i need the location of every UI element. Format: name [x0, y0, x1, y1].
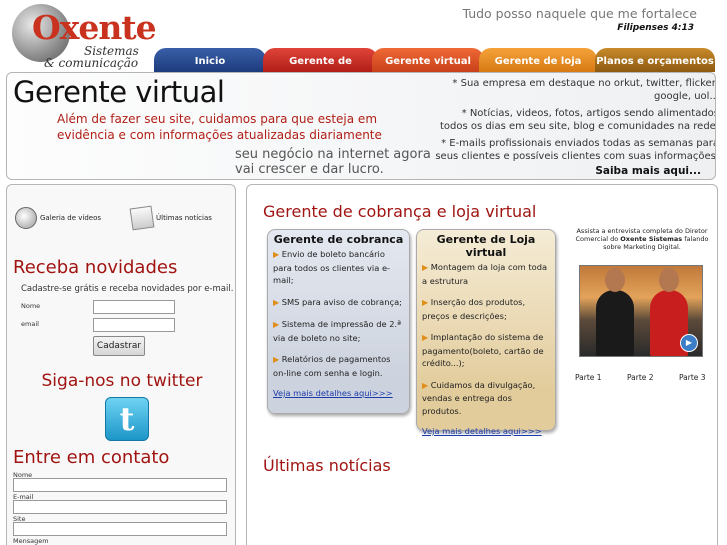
contact-name-input[interactable] — [13, 478, 227, 492]
banner-bullet: * Sua empresa em destaque no orkut, twit… — [452, 78, 716, 102]
video-gallery-label: Galeria de vídeos — [40, 214, 102, 222]
logo[interactable]: Oxente Sistemas & comunicação — [12, 2, 162, 72]
arrow-right-icon: ▶ — [273, 250, 282, 259]
newsletter-title: Receba novidades — [13, 257, 178, 278]
newsletter-name-input[interactable] — [93, 300, 175, 314]
verse-reference: Filipenses 4:13 — [617, 23, 694, 33]
latest-news-label: Últimas notícias — [156, 214, 212, 222]
arrow-right-icon: ▶ — [422, 333, 431, 342]
banner-more-link[interactable]: Saiba mais aqui... — [595, 165, 701, 177]
interviewee-figure — [596, 268, 634, 356]
video-part-2-link[interactable]: Parte 2 — [627, 373, 654, 382]
arrow-right-icon: ▶ — [273, 320, 282, 329]
video-gallery-icon — [15, 207, 37, 229]
card-gerente-loja-virtual: Gerente de Loja virtual ▶ Montagem da lo… — [416, 229, 556, 436]
video-caption: Assista a entrevista completa do Diretor… — [569, 227, 715, 251]
motto: Tudo posso naquele que me fortalece — [462, 6, 697, 21]
arrow-right-icon: ▶ — [422, 380, 431, 390]
banner-bullet-list: * Sua empresa em destaque no orkut, twit… — [435, 77, 716, 167]
card-item-text: SMS para aviso de cobrança; — [281, 296, 402, 307]
video-part-3-link[interactable]: Parte 3 — [679, 373, 706, 382]
video-gallery-link[interactable]: Galeria de vídeos — [15, 207, 101, 229]
card-item-text: Montagem da loja com toda a estrutura — [422, 262, 548, 286]
contact-site-input[interactable] — [13, 522, 227, 536]
card-title: Gerente de Loja virtual — [436, 233, 536, 259]
latest-news-link[interactable]: Últimas notícias — [129, 205, 212, 231]
newsletter-email-label: email — [21, 320, 39, 328]
twitter-title: Siga-nos no twitter — [41, 371, 203, 391]
card-item-text: Inserção dos produtos, preços e descriçõ… — [422, 297, 526, 321]
card-gerente-cobranca: Gerente de cobranca ▶ Envio de boleto ba… — [267, 229, 410, 414]
card-title: Gerente de cobranca — [273, 233, 404, 246]
arrow-right-icon: ▶ — [273, 297, 282, 307]
card-item: ▶ Implantação do sistema de pagamento(bo… — [422, 331, 550, 370]
card-item: ▶ Montagem da loja com toda a estrutura — [422, 261, 550, 287]
banner-bullet: * E-mails profissionais enviados todas a… — [435, 138, 716, 162]
tab-gerente-loja-virtual[interactable]: Gerente de loja virtual — [479, 48, 597, 95]
card-item: ▶ Cuidamos da divulgação, vendas e entre… — [422, 379, 550, 418]
tab-gerente-virtual[interactable]: Gerente virtual — [372, 48, 484, 72]
card-details-link[interactable]: Veja mais detalhes aqui>>> — [422, 426, 550, 436]
video-thumbnail[interactable]: ▶ — [579, 265, 703, 357]
contact-title: Entre em contato — [13, 447, 170, 468]
logo-main-text: Oxente — [32, 8, 157, 47]
card-item: ▶ Envio de boleto bancário para todos os… — [273, 248, 404, 287]
subscribe-button[interactable]: Cadastrar — [93, 336, 145, 356]
card-item: ▶ Inserção dos produtos, preços e descri… — [422, 296, 550, 322]
banner-bullet: * Notícias, videos, fotos, artigos sendo… — [439, 108, 716, 132]
newsletter-email-input[interactable] — [93, 318, 175, 332]
latest-news-title: Últimas notícias — [263, 456, 391, 475]
card-item-text: Implantação do sistema de pagamento(bole… — [422, 332, 544, 368]
play-icon[interactable]: ▶ — [680, 334, 698, 352]
arrow-right-icon: ▶ — [422, 263, 431, 272]
banner-description: Além de fazer seu site, cuidamos para qu… — [57, 112, 382, 142]
section-title: Gerente de cobrança e loja virtual — [263, 202, 537, 221]
card-item-text: Cuidamos da divulgação, vendas e entrega… — [422, 379, 536, 416]
card-item-text: Relatórios de pagamentos on-line com sen… — [273, 354, 391, 378]
banner-title: Gerente virtual — [13, 75, 225, 109]
card-item: ▶ Relatórios de pagamentos on-line com s… — [273, 353, 404, 379]
logo-subtitle-2: & comunicação — [44, 56, 139, 70]
card-item-text: Envio de boleto bancário para todos os c… — [273, 249, 391, 285]
video-part-1-link[interactable]: Parte 1 — [575, 373, 602, 382]
newspaper-icon — [129, 205, 155, 231]
tab-gerente-cobranca[interactable]: Gerente de cobrança — [263, 48, 378, 95]
card-item-text: Sistema de impressão de 2.ª via de bolet… — [273, 319, 402, 343]
arrow-right-icon: ▶ — [422, 298, 431, 307]
sidebar: Galeria de vídeos Últimas notícias Receb… — [6, 184, 236, 545]
card-item: ▶ Sistema de impressão de 2.ª via de bol… — [273, 318, 404, 344]
hero-banner: Gerente virtual Além de fazer seu site, … — [6, 72, 716, 180]
tab-inicio[interactable]: Inicio — [154, 48, 266, 72]
main-content: Gerente de cobrança e loja virtual Geren… — [246, 184, 718, 545]
video-caption-company: Oxente Sistemas — [620, 235, 683, 243]
card-item: ▶ SMS para aviso de cobrança; — [273, 296, 404, 310]
contact-message-label: Mensagem — [13, 537, 49, 545]
tab-planos-orcamentos[interactable]: Planos e orçamentos — [595, 48, 715, 72]
arrow-right-icon: ▶ — [273, 355, 282, 364]
newsletter-text: Cadastre-se grátis e receba novidades po… — [21, 284, 234, 294]
banner-tagline: seu negócio na internet agora vai cresce… — [235, 147, 431, 177]
card-details-link[interactable]: Veja mais detalhes aqui>>> — [273, 388, 404, 398]
newsletter-name-label: Nome — [21, 302, 41, 310]
twitter-bird-icon[interactable]: t — [105, 397, 149, 441]
contact-email-input[interactable] — [13, 500, 227, 514]
